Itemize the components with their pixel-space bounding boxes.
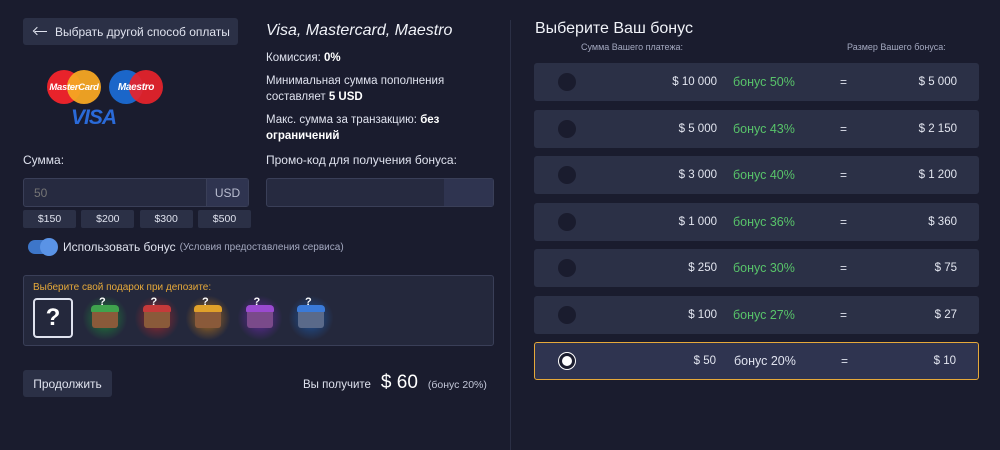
mastercard-logo: MasterCard — [45, 70, 103, 104]
bonus-amount: $ 2 150 — [918, 122, 957, 135]
card-logos: MasterCard Maestro VISA — [45, 66, 165, 130]
equals-sign: = — [840, 121, 848, 136]
back-to-methods-button[interactable]: Выбрать другой способ оплаты — [23, 18, 238, 45]
payment-form-panel: Выбрать другой способ оплаты MasterCard … — [0, 0, 510, 450]
bonus-radio[interactable] — [558, 119, 576, 138]
bonus-percent: бонус 40% — [733, 168, 795, 182]
equals-sign: = — [840, 214, 848, 229]
payment-amount: $ 10 000 — [672, 76, 717, 88]
amount-presets: $150 $200 $300 $500 — [23, 210, 251, 228]
visa-logo: VISA — [71, 106, 117, 129]
payment-amount: $ 50 — [693, 355, 716, 367]
promo-apply-button[interactable] — [444, 179, 493, 206]
promo-code-input[interactable] — [267, 179, 444, 206]
receive-label: Вы получите — [303, 379, 371, 391]
equals-sign: = — [840, 168, 848, 182]
bonus-panel-title: Выберите Ваш бонус — [535, 20, 693, 37]
gold-chest-icon[interactable]: ? — [186, 296, 230, 340]
promo-field — [266, 178, 494, 207]
payment-amount: $ 1 000 — [678, 215, 717, 228]
blue-chest-icon[interactable]: ? — [289, 296, 333, 340]
use-bonus-toggle[interactable] — [28, 238, 58, 256]
bonus-amount: $ 360 — [928, 215, 957, 228]
red-chest-icon[interactable]: ? — [134, 296, 179, 340]
bonus-percent: бонус 36% — [733, 214, 795, 229]
bonus-option-row[interactable]: $ 100 бонус 27% = $ 27 — [534, 295, 979, 334]
bonus-radio[interactable] — [558, 212, 576, 231]
maestro-logo: Maestro — [107, 70, 165, 104]
bonus-radio[interactable] — [559, 353, 575, 369]
equals-sign: = — [841, 354, 849, 368]
green-chest-icon[interactable]: ? — [83, 296, 127, 340]
bonus-amount: $ 10 — [933, 355, 956, 367]
bonus-option-row[interactable]: $ 250 бонус 30% = $ 75 — [534, 249, 979, 287]
bonus-percent: бонус 20% — [734, 354, 796, 368]
payment-amount: $ 100 — [688, 308, 717, 321]
equals-sign: = — [840, 75, 848, 89]
bonus-option-row[interactable]: $ 5 000 бонус 43% = $ 2 150 — [534, 109, 979, 148]
use-bonus-label: Использовать бонус — [63, 240, 176, 254]
payment-amount: $ 5 000 — [678, 122, 717, 135]
receive-amount: $ 60 — [380, 372, 418, 393]
commission-info: Комиссия: 0% — [266, 52, 341, 64]
payment-amount: $ 250 — [688, 262, 717, 274]
bonus-option-row[interactable]: $ 1 000 бонус 36% = $ 360 — [534, 202, 979, 241]
amount-input[interactable] — [24, 179, 206, 206]
preset-300-button[interactable]: $300 — [139, 210, 193, 228]
bonus-option-row[interactable]: $ 10 000 бонус 50% = $ 5 000 — [534, 63, 979, 101]
back-button-label: Выбрать другой способ оплаты — [55, 24, 230, 39]
equals-sign: = — [840, 307, 848, 322]
bonus-option-row[interactable]: $ 50 бонус 20% = $ 10 — [534, 342, 979, 380]
max-transaction-info: Макс. сумма за транзакцию: без ограничен… — [266, 114, 440, 142]
bonus-terms-link[interactable]: (Условия предоставления сервиса) — [180, 242, 344, 253]
bonus-amount: $ 1 200 — [918, 169, 957, 181]
bonus-percent: бонус 50% — [733, 75, 795, 89]
bonus-amount: $ 27 — [934, 308, 957, 321]
amount-label: Сумма: — [23, 153, 65, 167]
bonus-percent: бонус 30% — [733, 261, 795, 275]
receive-summary: Вы получите $ 60 (бонус 20%) — [303, 372, 487, 394]
bonus-radio[interactable] — [558, 166, 576, 184]
bonus-radio[interactable] — [558, 259, 576, 277]
bonus-percent: бонус 43% — [733, 121, 795, 136]
preset-150-button[interactable]: $150 — [23, 210, 76, 228]
amount-field: USD — [23, 178, 249, 207]
gift-panel-title: Выберите свой подарок при депозите: — [33, 282, 212, 293]
random-gift-button[interactable]: ? — [33, 298, 73, 338]
bonus-amount: $ 5 000 — [918, 76, 957, 88]
arrow-left-icon — [33, 27, 47, 37]
preset-200-button[interactable]: $200 — [81, 210, 135, 228]
payment-amount: $ 3 000 — [678, 169, 717, 181]
bonus-radio[interactable] — [558, 73, 576, 91]
receive-bonus: (бонус 20%) — [427, 379, 487, 391]
equals-sign: = — [840, 261, 848, 275]
bonus-column-header: Размер Вашего бонуса: — [847, 42, 946, 52]
preset-500-button[interactable]: $500 — [197, 210, 251, 228]
gift-selection-panel: Выберите свой подарок при депозите: ? ??… — [23, 275, 494, 346]
bonus-amount: $ 75 — [934, 262, 957, 274]
use-bonus-row: Использовать бонус (Условия предоставлен… — [28, 238, 344, 256]
bonus-percent: бонус 27% — [733, 307, 795, 322]
currency-label: USD — [206, 179, 248, 206]
continue-button[interactable]: Продолжить — [23, 370, 112, 397]
bonus-selection-panel: Выберите Ваш бонус Сумма Вашего платежа:… — [511, 0, 1000, 450]
bonus-option-row[interactable]: $ 3 000 бонус 40% = $ 1 200 — [534, 156, 979, 194]
min-deposit-info: Минимальная сумма пополнения составляет … — [266, 75, 445, 103]
bonus-radio[interactable] — [558, 305, 576, 324]
promo-label: Промо-код для получения бонуса: — [266, 153, 457, 167]
payment-column-header: Сумма Вашего платежа: — [581, 42, 683, 52]
payment-method-title: Visa, Mastercard, Maestro — [266, 22, 453, 39]
purple-chest-icon[interactable]: ? — [237, 296, 282, 340]
